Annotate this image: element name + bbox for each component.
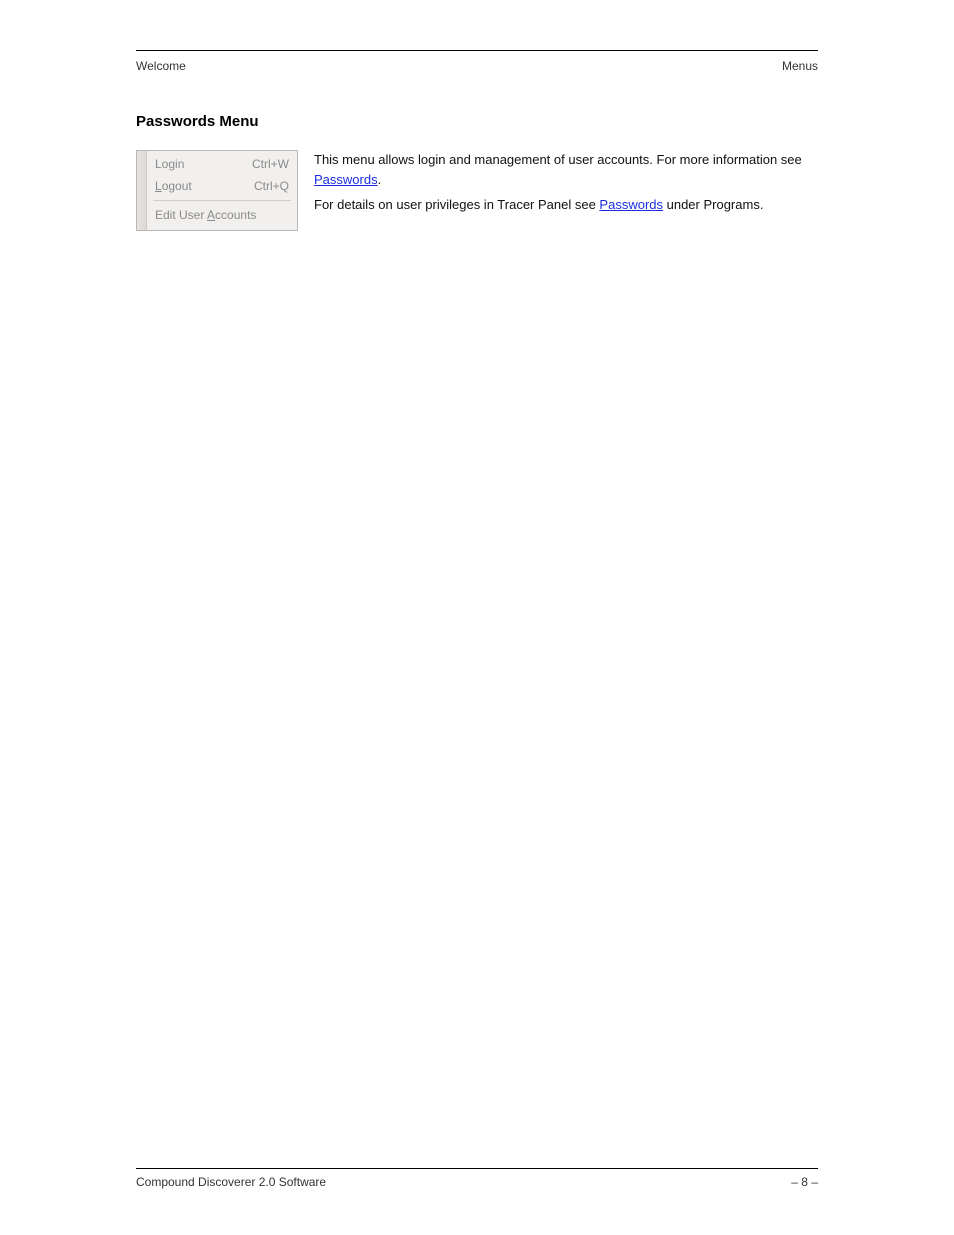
menu-item-shortcut: Ctrl+W: [252, 157, 289, 171]
footer-left: Compound Discoverer 2.0 Software: [136, 1175, 326, 1189]
menu-item-edit-user-accounts[interactable]: Edit User Accounts: [153, 204, 291, 226]
passwords-menu-screenshot: Login Ctrl+W Logout Ctrl+Q Edit User A: [136, 150, 298, 231]
description-text: This menu allows login and management of…: [314, 150, 818, 221]
menu-item-label: Edit User Accounts: [155, 208, 256, 222]
footer-rule: [136, 1168, 818, 1169]
menu-body: Login Ctrl+W Logout Ctrl+Q Edit User A: [137, 151, 297, 230]
document-page: Welcome Menus Passwords Menu Login Ctrl+…: [0, 0, 954, 1235]
menu-handle: [137, 151, 147, 230]
running-header: Welcome Menus: [136, 59, 818, 73]
header-rule: [136, 50, 818, 51]
menu-item-label: Login: [155, 157, 184, 171]
link-passwords-2[interactable]: Passwords: [599, 197, 663, 212]
menu-items: Login Ctrl+W Logout Ctrl+Q Edit User A: [147, 151, 297, 230]
menu-separator: [153, 200, 291, 201]
footer-row: Compound Discoverer 2.0 Software – 8 –: [136, 1175, 818, 1189]
link-passwords-1[interactable]: Passwords: [314, 172, 378, 187]
desc-paragraph-2: For details on user privileges in Tracer…: [314, 195, 818, 215]
menu-item-logout[interactable]: Logout Ctrl+Q: [153, 175, 291, 197]
running-footer: Compound Discoverer 2.0 Software – 8 –: [136, 1168, 818, 1189]
menu-item-login[interactable]: Login Ctrl+W: [153, 153, 291, 175]
header-left: Welcome: [136, 59, 186, 73]
section-title: Passwords Menu: [136, 113, 818, 130]
menu-item-shortcut: Ctrl+Q: [254, 179, 289, 193]
header-right: Menus: [782, 59, 818, 73]
menu-item-label: Logout: [155, 179, 192, 193]
content-row: Login Ctrl+W Logout Ctrl+Q Edit User A: [136, 150, 818, 231]
desc-paragraph-1: This menu allows login and management of…: [314, 150, 818, 189]
footer-right: – 8 –: [791, 1175, 818, 1189]
